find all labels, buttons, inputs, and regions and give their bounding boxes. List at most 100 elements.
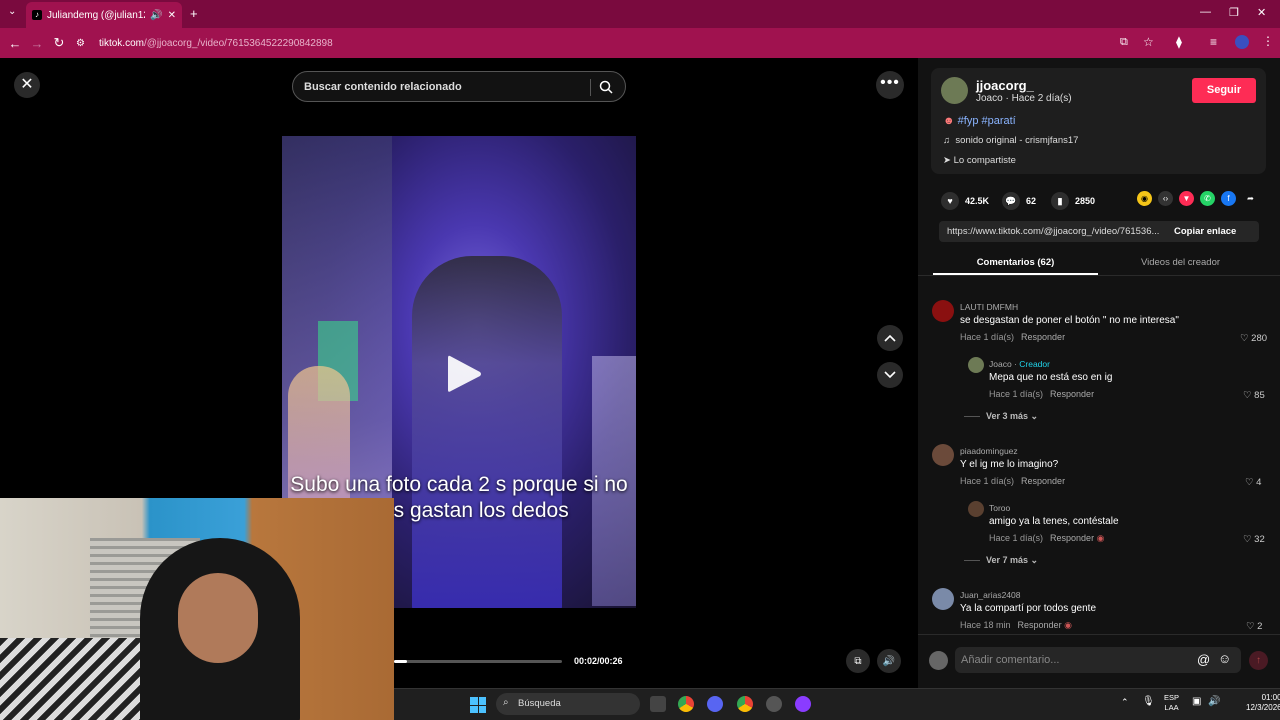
play-icon[interactable] xyxy=(444,352,484,396)
bookmark-icon[interactable]: ▮ xyxy=(1051,192,1069,210)
avatar[interactable] xyxy=(932,444,954,466)
back-icon[interactable]: ← xyxy=(4,36,26,51)
copy-link-button[interactable]: Copiar enlace xyxy=(1174,226,1236,237)
mention-icon[interactable]: @ xyxy=(1197,652,1210,667)
video-sound[interactable]: ♫ sonido original - crismjfans17 xyxy=(943,135,1078,146)
comment-like[interactable]: ♡ 4 xyxy=(1245,477,1261,488)
taskbar-search[interactable]: ⌕ Búsqueda xyxy=(496,693,640,715)
heart-icon[interactable]: ♥ xyxy=(941,192,959,210)
reload-icon[interactable]: ↻ xyxy=(48,35,70,51)
volume-button[interactable]: 🔊 xyxy=(877,649,901,673)
comment-icon[interactable]: 💬 xyxy=(1002,192,1020,210)
next-video-button[interactable] xyxy=(877,362,903,388)
avatar[interactable] xyxy=(932,300,954,322)
browser-tab-bar: ⌄ ♪ Juliandemg (@julian12585) 🔊 ✕ + — ❐ … xyxy=(0,0,1280,28)
tab-audio-icon[interactable]: 🔊 xyxy=(150,10,162,21)
reply-button[interactable]: Responder xyxy=(1050,533,1094,543)
extensions-icon[interactable]: ⧫ xyxy=(1176,35,1182,49)
language-indicator[interactable]: ESP LAA xyxy=(1164,693,1179,713)
share-more-icon[interactable]: ➦ xyxy=(1243,191,1258,206)
tray-chevron-icon[interactable]: ⌃ xyxy=(1121,697,1129,708)
send-icon[interactable]: ▼ xyxy=(1179,191,1194,206)
reply-username[interactable]: Toroo xyxy=(989,503,1010,513)
reply-meta: Hace 1 día(s) Responder xyxy=(989,389,1094,399)
reply-button[interactable]: Responder xyxy=(1018,620,1062,630)
url-field[interactable]: tiktok.com/@jjoacorg_/video/761536452229… xyxy=(99,38,333,49)
reply-button[interactable]: Responder xyxy=(1021,332,1065,342)
more-options-button[interactable]: ••• xyxy=(876,71,904,99)
comment-like[interactable]: ♡ 280 xyxy=(1240,333,1267,344)
reply-username[interactable]: Joaco · Creador xyxy=(989,359,1050,369)
related-search-input[interactable]: Buscar contenido relacionado xyxy=(292,71,626,102)
creator-username[interactable]: jjoacorg_ xyxy=(976,78,1034,93)
taskbar-clock[interactable]: 01:00 12/3/2026 xyxy=(1246,693,1280,713)
forward-icon[interactable]: → xyxy=(26,36,48,51)
comment-username[interactable]: LAUTI DMFMH xyxy=(960,302,1018,312)
site-info-icon[interactable]: ⚙ xyxy=(76,38,85,49)
app-icon[interactable] xyxy=(766,696,782,712)
video-time: 00:02/00:26 xyxy=(574,656,623,666)
chrome-icon[interactable] xyxy=(678,696,694,712)
avatar[interactable] xyxy=(968,357,984,373)
view-more-replies[interactable]: Ver 7 más ⌄ xyxy=(964,555,1038,566)
speaker-icon[interactable]: 🔊 xyxy=(1208,696,1220,707)
obs-icon[interactable] xyxy=(795,696,811,712)
browser-menu-icon[interactable]: ⋮ xyxy=(1262,34,1274,48)
creator-avatar[interactable] xyxy=(941,77,968,104)
comment-like[interactable]: ♡ 85 xyxy=(1243,390,1265,401)
tab-close-icon[interactable]: ✕ xyxy=(168,10,176,21)
discord-icon[interactable] xyxy=(707,696,723,712)
emoji-picker-icon[interactable]: ☺ xyxy=(1218,651,1231,666)
microphone-icon[interactable]: 🎙 xyxy=(1142,696,1155,707)
tab-comments[interactable]: Comentarios (62) xyxy=(933,257,1098,268)
comment-text: Ya la compartí por todos gente xyxy=(960,603,1097,614)
post-comment-button[interactable]: ↑ xyxy=(1249,651,1268,670)
media-control-icon[interactable]: ≡ xyxy=(1210,35,1217,49)
sound-name[interactable]: sonido original - crismjfans17 xyxy=(955,135,1078,146)
search-icon[interactable] xyxy=(599,80,613,94)
reply-button[interactable]: Responder xyxy=(1050,389,1094,399)
comment-username[interactable]: Juan_arias2408 xyxy=(960,590,1021,600)
minimize-icon[interactable]: — xyxy=(1200,6,1211,18)
video-hashtags[interactable]: ☻ #fyp #paratí xyxy=(943,115,1016,127)
maximize-icon[interactable]: ❐ xyxy=(1229,6,1239,19)
chrome-active-icon[interactable] xyxy=(737,696,753,712)
network-icon[interactable]: ▣ xyxy=(1192,696,1201,707)
profile-avatar[interactable] xyxy=(1235,35,1249,49)
miniplayer-button[interactable]: ⧉ xyxy=(846,649,870,673)
comment-meta: Hace 18 min Responder ◉ xyxy=(960,620,1072,631)
new-tab-icon[interactable]: + xyxy=(190,6,198,21)
follow-button[interactable]: Seguir xyxy=(1192,78,1256,103)
comment-like[interactable]: ♡ 32 xyxy=(1243,534,1265,545)
video-progress-bar[interactable] xyxy=(394,660,562,663)
like-count: 42.5K xyxy=(965,196,990,206)
comment-username[interactable]: piaadominguez xyxy=(960,446,1018,456)
whatsapp-icon[interactable]: ✆ xyxy=(1200,191,1215,206)
bookmark-star-icon[interactable]: ☆ xyxy=(1143,35,1154,49)
reply-button[interactable]: Responder xyxy=(1021,476,1065,486)
window-close-icon[interactable]: ✕ xyxy=(1257,6,1266,19)
tab-menu-icon[interactable]: ⌄ xyxy=(8,6,16,17)
liked-by-creator-icon: ◉ xyxy=(1096,533,1105,543)
embed-icon[interactable]: ‹› xyxy=(1158,191,1173,206)
avatar[interactable] xyxy=(932,588,954,610)
facebook-icon[interactable]: f xyxy=(1221,191,1236,206)
previous-video-button[interactable] xyxy=(877,325,903,351)
task-view-icon[interactable] xyxy=(650,696,666,712)
close-video-button[interactable]: ✕ xyxy=(14,72,40,98)
browser-tab[interactable]: ♪ Juliandemg (@julian12585) 🔊 ✕ xyxy=(26,2,182,28)
coin-icon[interactable]: ◉ xyxy=(1137,191,1152,206)
view-more-replies[interactable]: Ver 3 más ⌄ xyxy=(964,411,1038,422)
hashtag-links[interactable]: #fyp #paratí xyxy=(958,115,1016,127)
comment-stat[interactable]: 💬 62 xyxy=(1002,192,1036,210)
taskbar-search-label: Búsqueda xyxy=(518,698,561,709)
tab-title: Juliandemg (@julian12585) xyxy=(47,9,145,21)
avatar[interactable] xyxy=(968,501,984,517)
start-button[interactable] xyxy=(470,697,486,713)
cast-icon[interactable]: ⧉ xyxy=(1120,36,1128,49)
like-stat[interactable]: ♥ 42.5K xyxy=(941,192,989,210)
comment-like[interactable]: ♡ 2 xyxy=(1246,621,1262,632)
save-stat[interactable]: ▮ 2850 xyxy=(1051,192,1095,210)
tab-creator-videos[interactable]: Videos del creador xyxy=(1098,257,1263,268)
tiktok-favicon-icon: ♪ xyxy=(32,10,42,20)
